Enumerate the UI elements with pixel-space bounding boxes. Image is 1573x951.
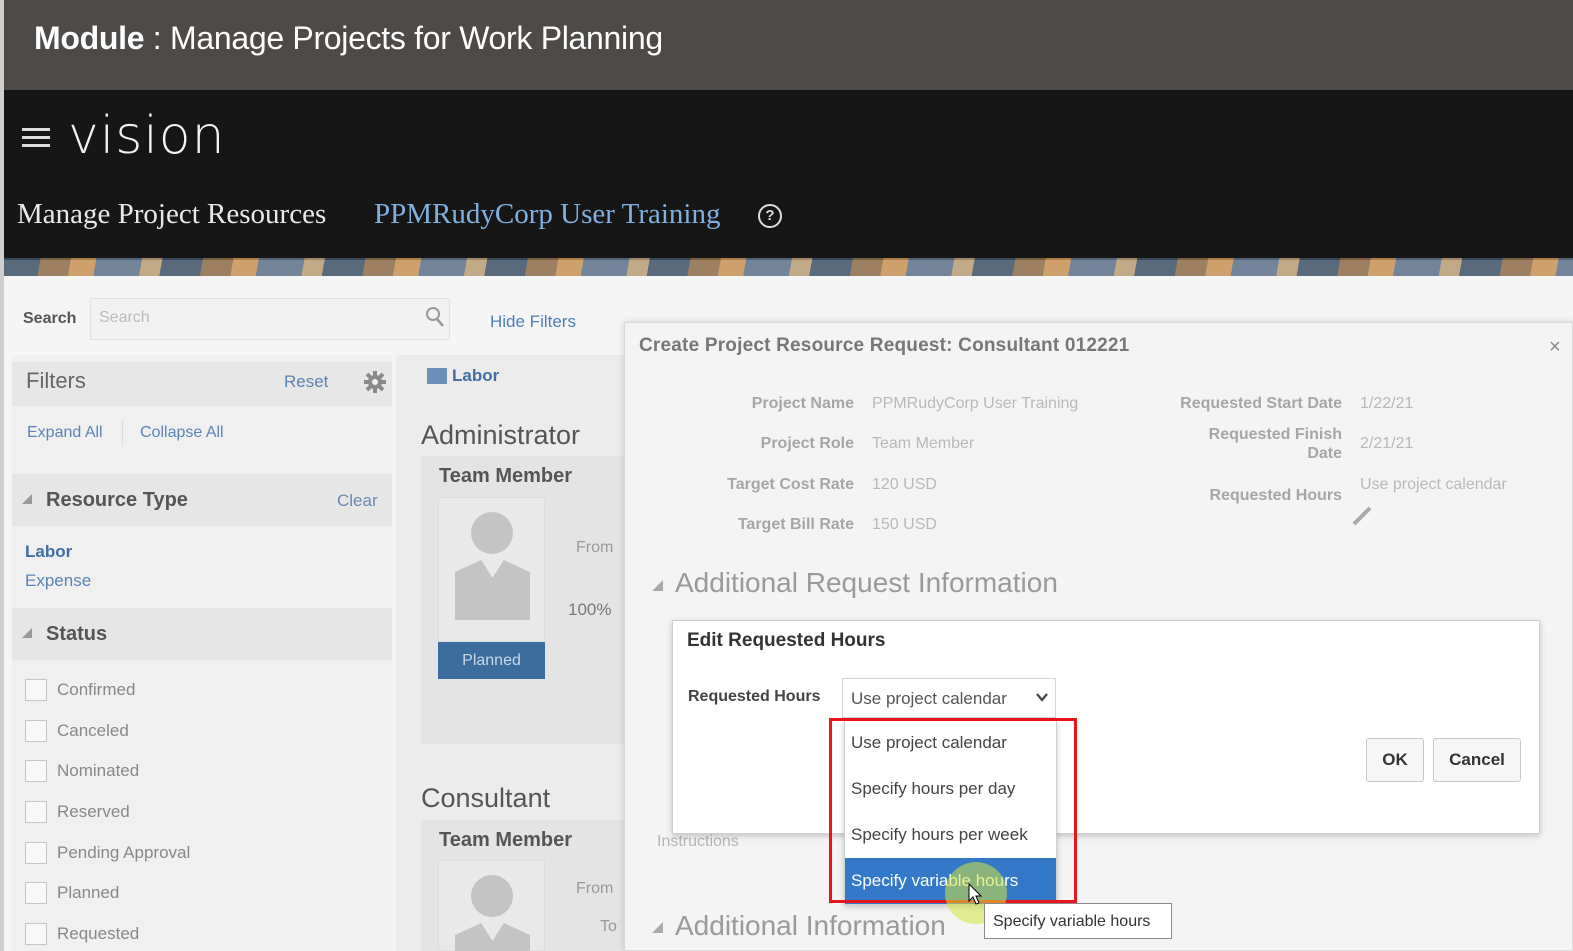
field-value-project-name: PPMRudyCorp User Training xyxy=(872,395,1079,412)
group-heading-consultant: Consultant xyxy=(421,783,551,813)
checkbox-label: Canceled xyxy=(57,721,129,740)
mouse-cursor-icon xyxy=(968,883,982,905)
card-title: Team Member xyxy=(439,465,573,487)
checkbox-label: Pending Approval xyxy=(57,843,191,862)
field-label-requested-hours: Requested Hours xyxy=(1209,487,1342,504)
help-icon[interactable]: ? xyxy=(758,204,782,228)
collapse-triangle-icon[interactable] xyxy=(652,922,663,933)
field-label-target-bill-rate: Target Bill Rate xyxy=(737,516,854,533)
card-title: Team Member xyxy=(439,829,573,851)
allocation-percent: 100% xyxy=(568,600,612,619)
collapse-triangle-icon[interactable] xyxy=(22,628,32,638)
app-header xyxy=(0,90,1573,260)
chevron-down-icon[interactable] xyxy=(1035,690,1049,704)
labor-icon xyxy=(427,368,447,384)
window-left-edge xyxy=(0,0,4,951)
pencil-icon[interactable] xyxy=(1350,504,1374,528)
search-icon[interactable] xyxy=(425,306,445,328)
field-label-target-cost-rate: Target Cost Rate xyxy=(727,476,854,493)
avatar xyxy=(438,497,545,642)
checkbox-label: Reserved xyxy=(57,802,130,821)
create-dialog-title: Create Project Resource Request: Consult… xyxy=(639,335,1130,356)
planned-status-button[interactable]: Planned xyxy=(438,642,545,679)
resource-type-labor[interactable]: Labor xyxy=(25,542,72,562)
hide-filters-link[interactable]: Hide Filters xyxy=(490,312,576,332)
checkbox[interactable] xyxy=(25,760,47,782)
instructions-label: Instructions xyxy=(657,833,739,850)
to-label: To xyxy=(600,918,617,935)
filters-title: Filters xyxy=(26,368,86,393)
labor-tab[interactable]: Labor xyxy=(452,366,499,386)
tooltip: Specify variable hours xyxy=(984,903,1172,939)
section-heading-additional-info: Additional Information xyxy=(675,910,946,941)
vision-logo: vision xyxy=(68,106,226,166)
resource-type-expense[interactable]: Expense xyxy=(25,571,91,591)
collapse-all-link[interactable]: Collapse All xyxy=(140,424,224,442)
ok-button[interactable]: OK xyxy=(1366,738,1424,782)
edit-requested-hours-dialog xyxy=(672,620,1540,834)
collapse-triangle-icon[interactable] xyxy=(22,494,32,504)
from-label: From xyxy=(576,539,614,556)
checkbox-label: Planned xyxy=(57,883,120,902)
checkbox-label: Confirmed xyxy=(57,680,136,699)
status-title: Status xyxy=(46,623,108,645)
reset-link[interactable]: Reset xyxy=(284,372,328,392)
field-value-start-date: 1/22/21 xyxy=(1360,395,1414,412)
checkbox-label: Requested xyxy=(57,924,140,943)
avatar xyxy=(438,860,545,951)
checkbox-label: Nominated xyxy=(57,761,140,780)
cancel-button[interactable]: Cancel xyxy=(1433,738,1521,782)
from-label: From xyxy=(576,880,614,897)
gear-icon[interactable] xyxy=(363,370,387,394)
project-name-link[interactable]: PPMRudyCorp User Training xyxy=(374,198,720,231)
checkbox[interactable] xyxy=(25,801,47,823)
module-title: Module : Manage Projects for Work Planni… xyxy=(34,20,663,56)
resource-type-title: Resource Type xyxy=(46,489,188,511)
hamburger-menu-icon[interactable] xyxy=(22,128,50,148)
field-value-target-bill-rate: 150 USD xyxy=(872,516,937,533)
field-label-finish-date: Requested Finish Date xyxy=(1208,426,1342,462)
close-icon[interactable]: × xyxy=(1549,336,1561,359)
checkbox[interactable] xyxy=(25,882,47,904)
module-banner: Module : Manage Projects for Work Planni… xyxy=(0,0,1573,90)
field-value-finish-date: 2/21/21 xyxy=(1360,435,1414,452)
field-label-project-role: Project Role xyxy=(760,435,854,452)
divider xyxy=(122,420,123,446)
search-input[interactable]: Search xyxy=(90,298,450,340)
edit-dialog-title: Edit Requested Hours xyxy=(687,630,886,651)
field-value-project-role: Team Member xyxy=(872,435,975,452)
field-value-requested-hours: Use project calendar xyxy=(1360,476,1507,493)
requested-hours-label: Requested Hours xyxy=(688,688,821,705)
decorative-stripe xyxy=(0,258,1573,276)
section-heading-additional-request: Additional Request Information xyxy=(675,567,1058,598)
field-value-target-cost-rate: 120 USD xyxy=(872,476,937,493)
group-heading-administrator: Administrator xyxy=(421,420,581,450)
collapse-triangle-icon[interactable] xyxy=(652,580,663,591)
requested-hours-select[interactable]: Use project calendar xyxy=(842,678,1056,718)
checkbox[interactable] xyxy=(25,720,47,742)
checkbox[interactable] xyxy=(25,923,47,945)
page-title: Manage Project Resources xyxy=(17,198,327,230)
search-label: Search xyxy=(23,310,77,327)
checkbox[interactable] xyxy=(25,679,47,701)
field-label-project-name: Project Name xyxy=(751,395,854,412)
clear-link[interactable]: Clear xyxy=(337,491,378,511)
checkbox[interactable] xyxy=(25,842,47,864)
expand-all-link[interactable]: Expand All xyxy=(27,424,103,442)
field-label-start-date: Requested Start Date xyxy=(1180,395,1342,412)
